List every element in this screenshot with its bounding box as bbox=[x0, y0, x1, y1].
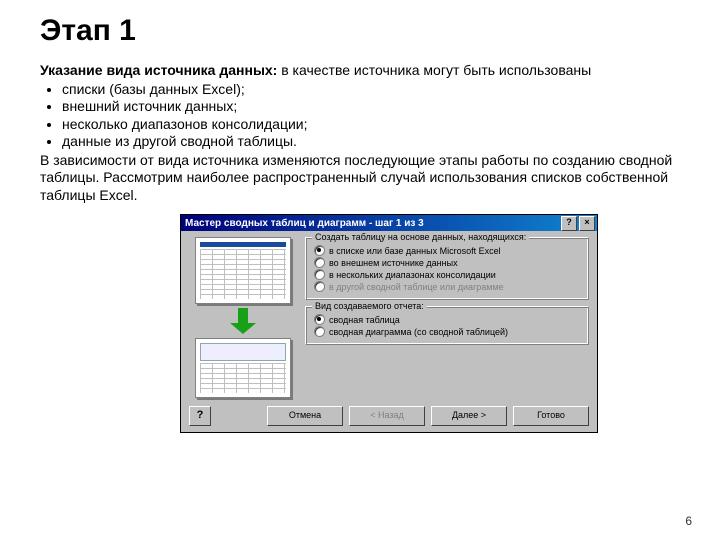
radio-source-excel[interactable]: в списке или базе данных Microsoft Excel bbox=[314, 245, 580, 256]
intro-rest: в качестве источника могут быть использо… bbox=[277, 62, 591, 78]
bullet-item: данные из другой сводной таблицы. bbox=[62, 133, 690, 151]
radio-source-consolidation[interactable]: в нескольких диапазонах консолидации bbox=[314, 269, 580, 280]
slide-body: Указание вида источника данных: в качест… bbox=[40, 62, 690, 204]
report-type-group: Вид создаваемого отчета: сводная таблица… bbox=[305, 306, 589, 345]
radio-icon bbox=[314, 314, 325, 325]
wizard-titlebar: Мастер сводных таблиц и диаграмм - шаг 1… bbox=[181, 215, 597, 231]
arrow-down-icon bbox=[232, 308, 254, 334]
tail-paragraph: В зависимости от вида источника изменяют… bbox=[40, 152, 690, 205]
radio-icon bbox=[314, 245, 325, 256]
next-button[interactable]: Далее > bbox=[431, 406, 507, 426]
source-group: Создать таблицу на основе данных, находя… bbox=[305, 237, 589, 300]
radio-icon bbox=[314, 326, 325, 337]
radio-report-table[interactable]: сводная таблица bbox=[314, 314, 580, 325]
radio-source-external[interactable]: во внешнем источнике данных bbox=[314, 257, 580, 268]
wizard-title-text: Мастер сводных таблиц и диаграмм - шаг 1… bbox=[185, 218, 559, 229]
close-icon[interactable]: × bbox=[579, 216, 595, 231]
radio-icon bbox=[314, 257, 325, 268]
cancel-button[interactable]: Отмена bbox=[267, 406, 343, 426]
help-button[interactable]: ? bbox=[189, 406, 211, 426]
radio-icon bbox=[314, 269, 325, 280]
bullet-list: списки (базы данных Excel); внешний исто… bbox=[40, 81, 690, 151]
bullet-item: списки (базы данных Excel); bbox=[62, 81, 690, 99]
bullet-item: несколько диапазонов консолидации; bbox=[62, 116, 690, 134]
radio-report-chart[interactable]: сводная диаграмма (со сводной таблицей) bbox=[314, 326, 580, 337]
source-group-label: Создать таблицу на основе данных, находя… bbox=[312, 232, 529, 242]
wizard-illustration bbox=[189, 237, 297, 398]
radio-source-other-pivot: в другой сводной таблице или диаграмме bbox=[314, 281, 580, 292]
report-type-label: Вид создаваемого отчета: bbox=[312, 301, 427, 311]
page-number: 6 bbox=[685, 514, 692, 528]
slide-title: Этап 1 bbox=[40, 14, 690, 48]
finish-button[interactable]: Готово bbox=[513, 406, 589, 426]
bullet-item: внешний источник данных; bbox=[62, 98, 690, 116]
intro-bold: Указание вида источника данных: bbox=[40, 62, 277, 78]
wizard-screenshot: Мастер сводных таблиц и диаграмм - шаг 1… bbox=[180, 214, 598, 433]
radio-icon bbox=[314, 281, 325, 292]
back-button: < Назад bbox=[349, 406, 425, 426]
help-icon[interactable]: ? bbox=[561, 216, 577, 231]
